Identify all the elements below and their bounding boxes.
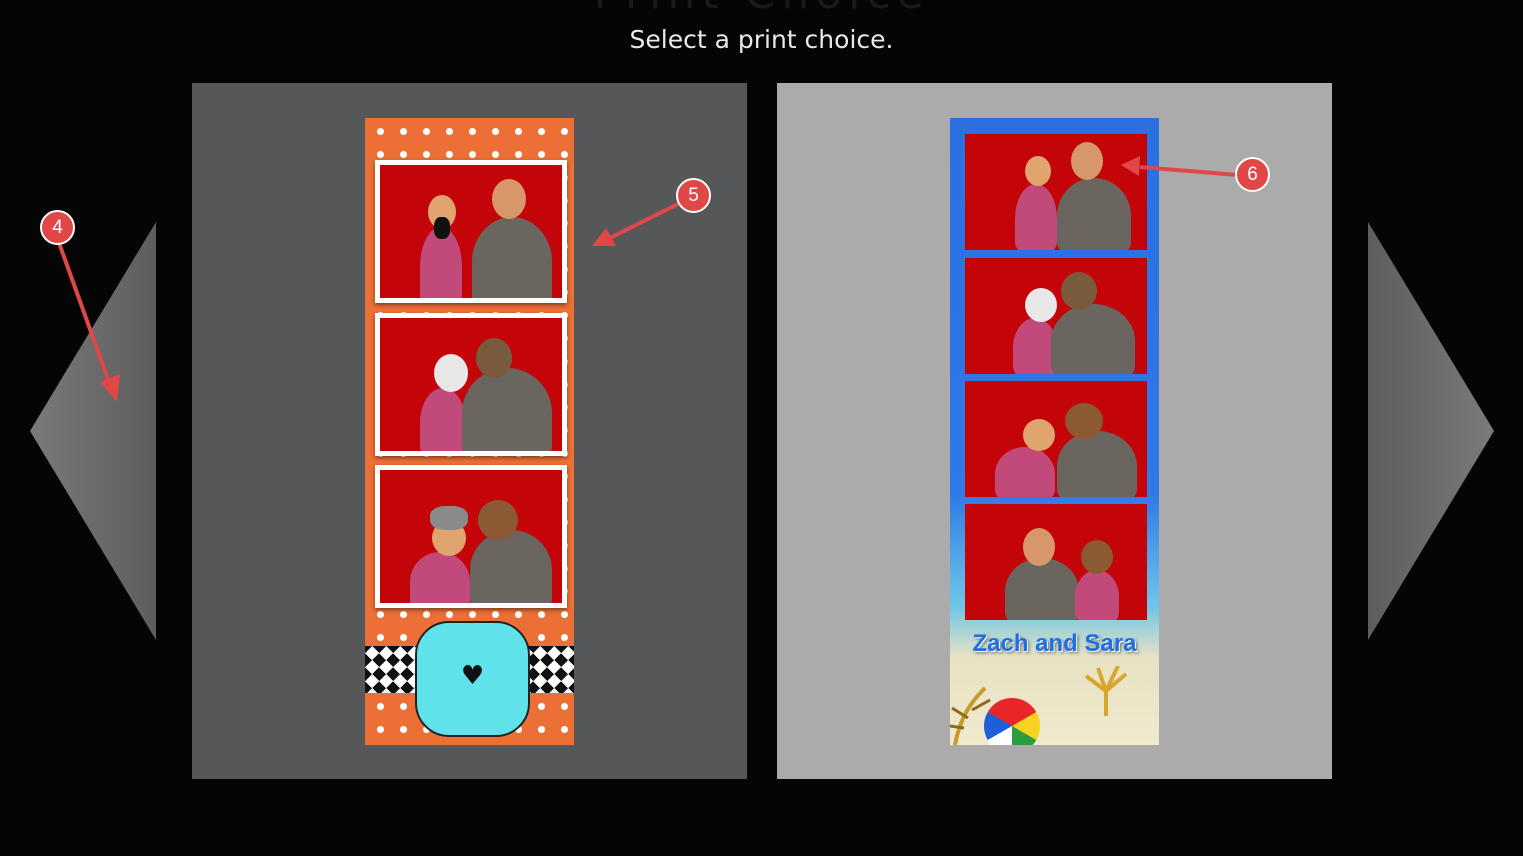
person-man [472,217,552,298]
annotation-callout-4: 4 [40,210,75,245]
photo-strip-preview-orange: ♥ [365,118,574,745]
previous-arrow-button[interactable] [30,222,156,640]
beach-ball-icon [984,698,1040,745]
photo-strip-preview-beach: Zach and Sara [950,118,1159,745]
photo-1 [380,165,562,298]
annotation-callout-5: 5 [676,178,711,213]
heart-medallion: ♥ [415,621,530,737]
page-title: Print Choice [0,0,1523,16]
sprout-plant-icon [1084,666,1128,716]
photo-3 [380,470,562,603]
photo-1 [965,134,1147,250]
photo-3 [965,381,1147,497]
print-choice-screen: Print Choice Select a print choice. [0,0,1523,856]
photo-2 [380,318,562,451]
page-subtitle: Select a print choice. [629,25,894,54]
next-arrow-button[interactable] [1368,222,1494,640]
triangle-right-icon [1368,222,1494,640]
print-choice-card-1[interactable]: ♥ [192,83,747,779]
photo-2 [965,258,1147,374]
annotation-callout-6: 6 [1235,157,1270,192]
heart-with-arrow-icon: ♥ [460,661,485,691]
couple-name-text: Zach and Sara [972,630,1137,657]
triangle-left-icon [30,222,156,640]
photo-4 [965,504,1147,620]
